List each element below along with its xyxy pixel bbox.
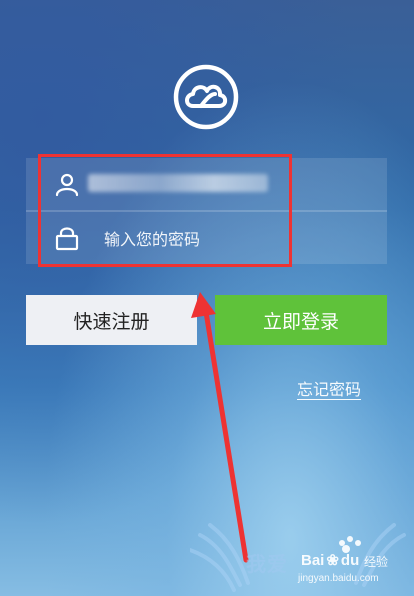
cloud-icon [173,64,239,130]
forgot-password-link[interactable]: 忘记密码 [297,376,361,400]
watermark-product: 经验 [364,555,389,569]
register-button[interactable]: 快速注册 [26,295,197,345]
highlight-box-annotation [38,154,292,267]
login-button[interactable]: 立即登录 [215,295,387,345]
watermark-url: jingyan.baidu.com [298,573,379,584]
paw-icon: ❀ [326,552,339,569]
watermark-brand: Bai ❀ du [301,552,360,569]
watermark-cn-text: 我爱 [246,552,288,576]
